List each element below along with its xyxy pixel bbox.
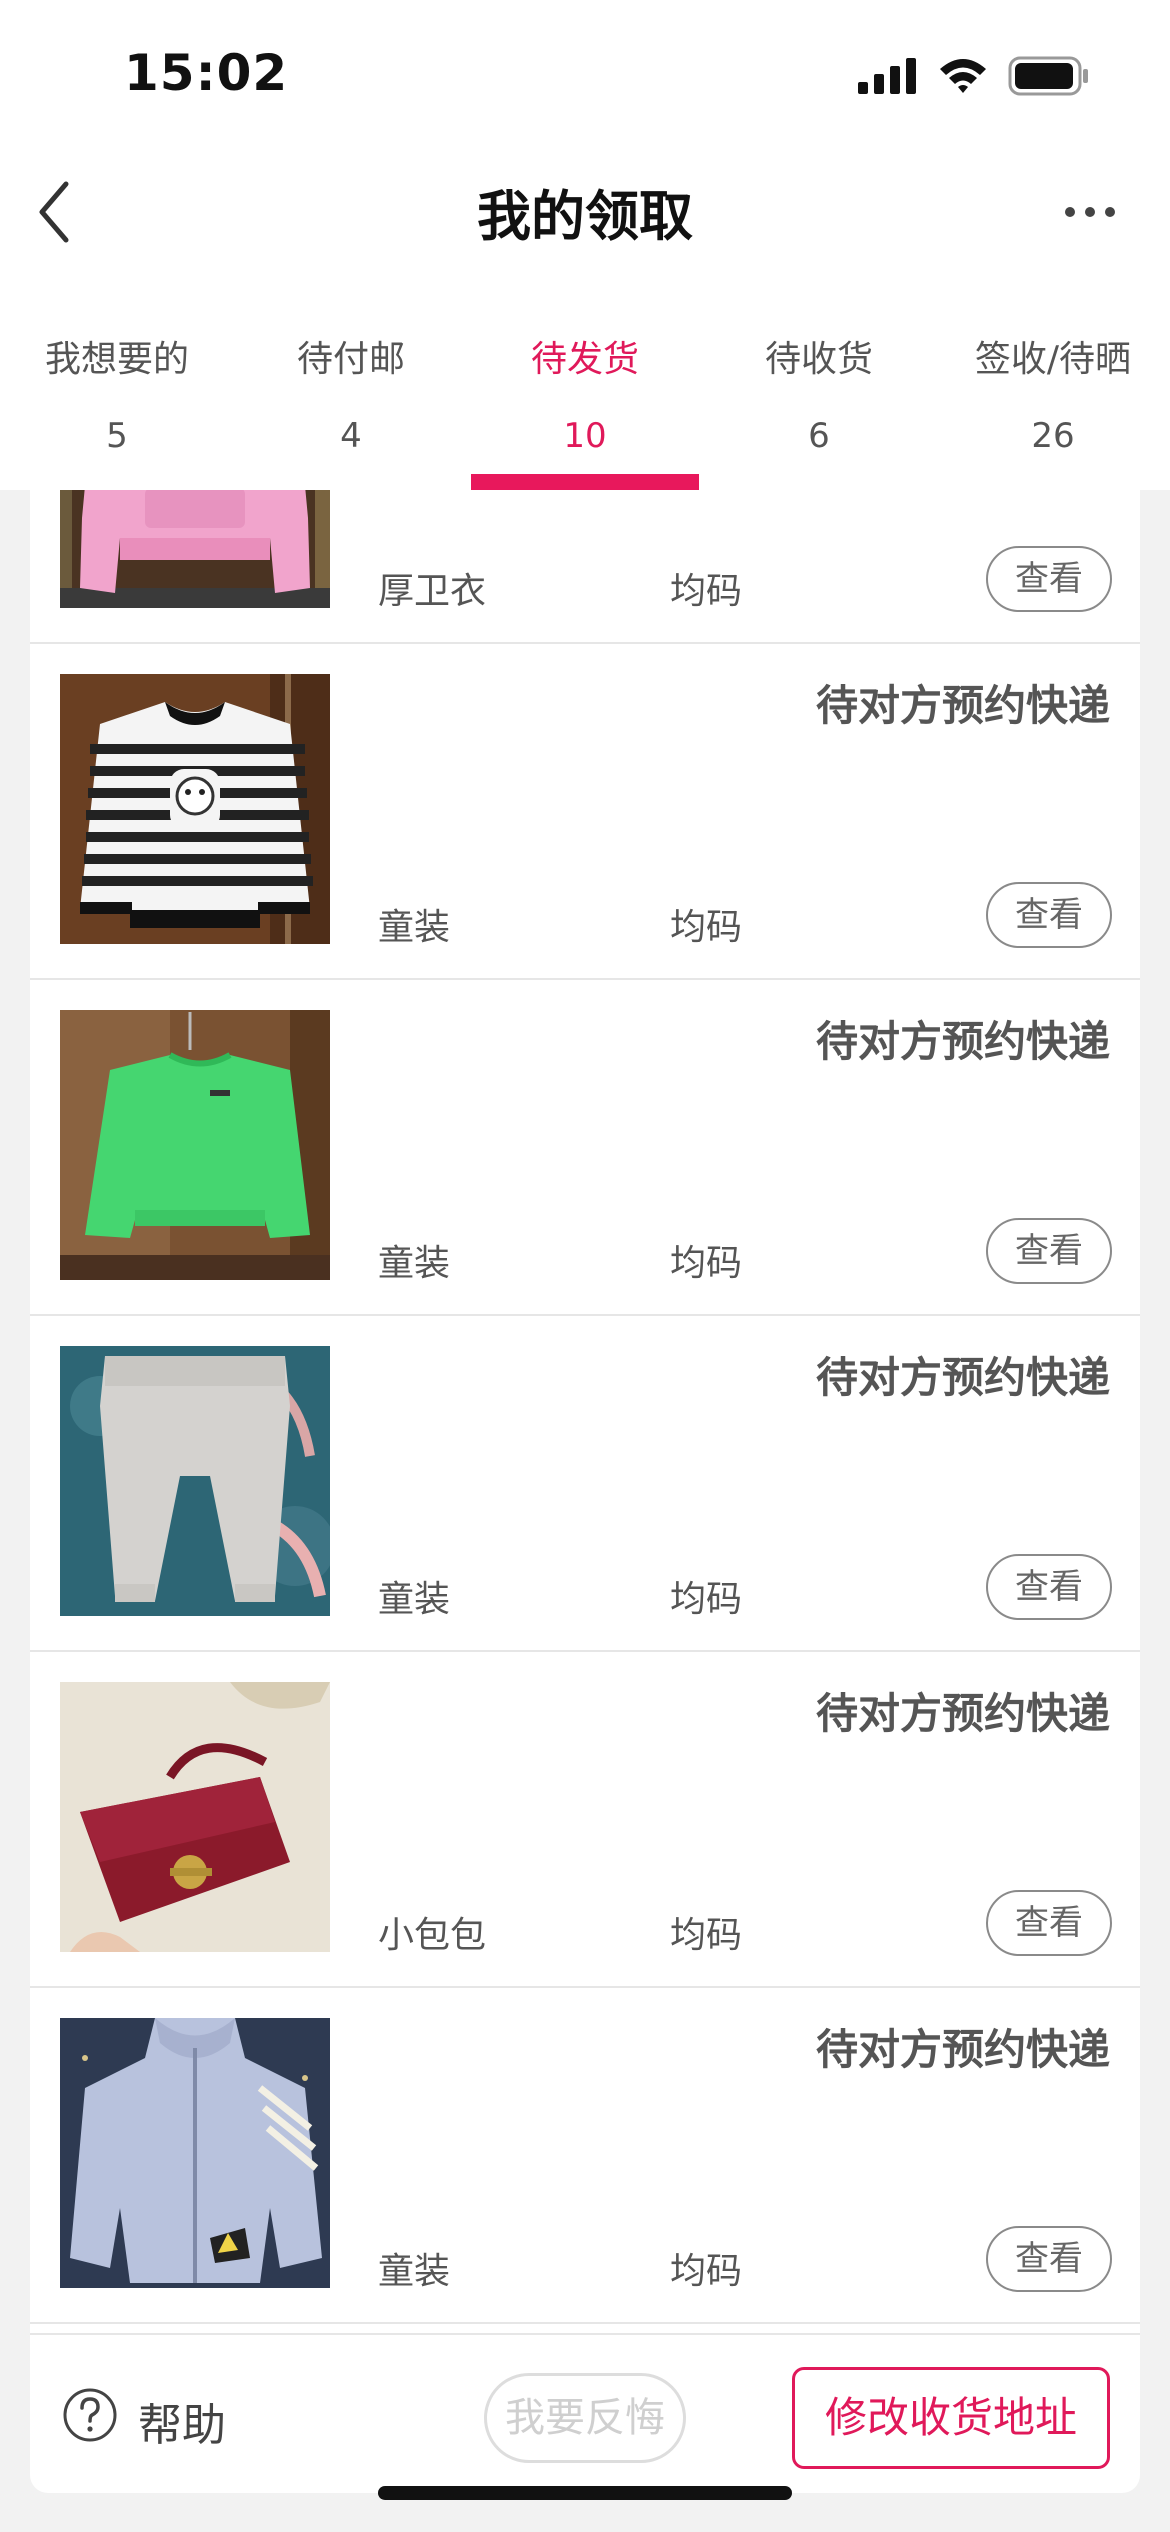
battery-icon <box>1008 56 1088 96</box>
item-size: 均码 <box>670 571 743 612</box>
item-thumbnail[interactable] <box>60 1010 330 1280</box>
item-status: 待对方预约快递 <box>815 2025 1110 2074</box>
tab-count: 5 <box>106 416 128 456</box>
home-indicator[interactable] <box>378 2486 792 2500</box>
item-size: 均码 <box>670 907 743 948</box>
tab-pending-shipment[interactable]: 待发货 10 <box>468 300 702 490</box>
active-tab-indicator <box>471 474 699 490</box>
change-address-button[interactable]: 修改收货地址 <box>792 2367 1110 2469</box>
item-status: 待对方预约快递 <box>815 1017 1110 1066</box>
tab-count: 10 <box>563 416 607 456</box>
tab-pending-receipt[interactable]: 待收货 6 <box>702 300 936 490</box>
view-button[interactable]: 查看 <box>986 1554 1112 1620</box>
view-button[interactable]: 查看 <box>986 1890 1112 1956</box>
item-size: 均码 <box>670 2251 743 2292</box>
list-item[interactable]: 待对方预约快递 童装 均码 查看 <box>30 644 1140 980</box>
view-button[interactable]: 查看 <box>986 882 1112 948</box>
list-item[interactable]: 待对方预约快递 童装 均码 查看 <box>30 1316 1140 1652</box>
status-bar: 15:02 <box>0 0 1170 150</box>
item-list[interactable]: 厚卫衣 均码 查看 待对方预约快递 童装 均码 查看 待对方预约快递 童装 均码… <box>30 490 1140 2333</box>
pink-hoodie-image <box>60 490 330 608</box>
cellular-signal-icon <box>858 58 916 94</box>
wifi-icon <box>940 59 986 93</box>
lilac-jacket-image <box>60 2018 330 2288</box>
tab-pending-postage[interactable]: 待付邮 4 <box>234 300 468 490</box>
item-name: 童装 <box>378 2251 451 2292</box>
list-item[interactable]: 厚卫衣 均码 查看 <box>30 490 1140 644</box>
more-button[interactable] <box>1050 172 1130 252</box>
status-tabs: 我想要的 5 待付邮 4 待发货 10 待收货 6 签收/待晒 26 <box>0 300 1170 490</box>
status-icons <box>858 56 1090 96</box>
item-name: 童装 <box>378 1579 451 1620</box>
view-button[interactable]: 查看 <box>986 1218 1112 1284</box>
striped-sweater-image <box>60 674 330 944</box>
list-item[interactable]: 待对方预约快递 童装 均码 查看 <box>30 1988 1140 2324</box>
item-thumbnail[interactable] <box>60 2018 330 2288</box>
nav-bar: 我的领取 <box>0 150 1170 270</box>
bottom-action-bar: 帮助 我要反悔 修改收货地址 <box>30 2333 1140 2493</box>
tab-signed-to-share[interactable]: 签收/待晒 26 <box>936 300 1170 490</box>
tab-count: 6 <box>808 416 830 456</box>
red-handbag-image <box>60 1682 330 1952</box>
tab-label: 待付邮 <box>296 339 405 380</box>
help-label[interactable]: 帮助 <box>138 2389 226 2453</box>
status-time: 15:02 <box>124 44 289 102</box>
item-status: 待对方预约快递 <box>815 681 1110 730</box>
tab-label: 我想要的 <box>44 339 189 380</box>
list-item[interactable]: 待对方预约快递 小包包 均码 查看 <box>30 1652 1140 1988</box>
grey-pants-image <box>60 1346 330 1616</box>
item-size: 均码 <box>670 1915 743 1956</box>
tab-wanted[interactable]: 我想要的 5 <box>0 300 234 490</box>
header: 15:02 我的领取 我想要的 5 待付邮 4 待发货 10 待收货 6 签收/… <box>0 0 1170 490</box>
tab-label: 待发货 <box>530 339 639 380</box>
item-size: 均码 <box>670 1243 743 1284</box>
tab-count: 4 <box>340 416 362 456</box>
view-button[interactable]: 查看 <box>986 2226 1112 2292</box>
green-sweatshirt-image <box>60 1010 330 1280</box>
item-name: 童装 <box>378 1243 451 1284</box>
item-list-content: 厚卫衣 均码 查看 待对方预约快递 童装 均码 查看 待对方预约快递 童装 均码… <box>30 490 1140 2324</box>
view-button[interactable]: 查看 <box>986 546 1112 612</box>
list-item[interactable]: 待对方预约快递 童装 均码 查看 <box>30 980 1140 1316</box>
item-name: 厚卫衣 <box>378 571 487 612</box>
regret-button[interactable]: 我要反悔 <box>484 2373 686 2463</box>
item-thumbnail[interactable] <box>60 1682 330 1952</box>
item-size: 均码 <box>670 1579 743 1620</box>
page-title: 我的领取 <box>477 185 693 248</box>
item-thumbnail[interactable] <box>60 674 330 944</box>
item-status: 待对方预约快递 <box>815 1689 1110 1738</box>
more-dots-icon <box>1065 207 1115 217</box>
help-icon[interactable] <box>62 2387 118 2443</box>
tab-count: 26 <box>1031 416 1075 456</box>
tab-label: 待收货 <box>764 339 873 380</box>
item-thumbnail[interactable] <box>60 490 330 608</box>
item-name: 小包包 <box>378 1915 487 1956</box>
tab-label: 签收/待晒 <box>974 339 1132 380</box>
item-status: 待对方预约快递 <box>815 1353 1110 1402</box>
item-thumbnail[interactable] <box>60 1346 330 1616</box>
item-name: 童装 <box>378 907 451 948</box>
